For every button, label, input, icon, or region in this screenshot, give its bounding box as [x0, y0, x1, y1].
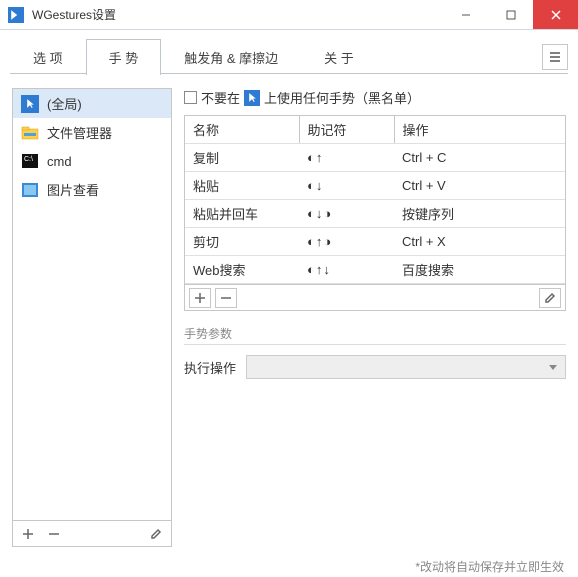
blacklist-checkbox[interactable]: [184, 91, 197, 104]
remove-gesture-button[interactable]: [215, 288, 237, 308]
app-list[interactable]: (全局) 文件管理器 C:\ cmd 图片查看: [12, 88, 172, 521]
menu-button[interactable]: [542, 44, 568, 70]
folder-icon: [21, 124, 39, 142]
table-row[interactable]: 剪切◐↑◑Ctrl + X: [185, 228, 565, 256]
sidebar-item-label: (全局): [47, 94, 82, 113]
sidebar-toolbar: [12, 521, 172, 547]
sidebar-item-global[interactable]: (全局): [13, 89, 171, 118]
app-sidebar: (全局) 文件管理器 C:\ cmd 图片查看: [12, 88, 172, 547]
edit-app-button[interactable]: [145, 524, 167, 544]
table-row[interactable]: 复制◐↑Ctrl + C: [185, 144, 565, 172]
window-controls: [443, 0, 578, 29]
tab-options[interactable]: 选 项: [10, 39, 86, 75]
sidebar-item-label: 图片查看: [47, 180, 99, 199]
table-row[interactable]: 粘贴并回车◐↓◑按键序列: [185, 200, 565, 228]
col-name[interactable]: 名称: [185, 116, 299, 144]
gesture-params: 手势参数 执行操作: [184, 325, 566, 379]
add-gesture-button[interactable]: [189, 288, 211, 308]
app-icon: [8, 7, 24, 23]
exec-action-select[interactable]: [246, 355, 566, 379]
exec-action-row: 执行操作: [184, 355, 566, 379]
table-row[interactable]: Web搜索◐↑↓百度搜索: [185, 256, 565, 284]
gesture-table[interactable]: 名称 助记符 操作 复制◐↑Ctrl + C 粘贴◐↓Ctrl + V 粘贴并回…: [184, 115, 566, 285]
maximize-button[interactable]: [488, 0, 533, 29]
exec-action-label: 执行操作: [184, 358, 236, 377]
params-title: 手势参数: [184, 325, 566, 345]
col-mnemonic[interactable]: 助记符: [299, 116, 394, 144]
blacklist-row: 不要在 上使用任何手势（黑名单）: [184, 88, 566, 107]
cursor-icon: [244, 90, 260, 106]
minimize-button[interactable]: [443, 0, 488, 29]
edit-gesture-button[interactable]: [539, 288, 561, 308]
sidebar-item-imageviewer[interactable]: 图片查看: [13, 175, 171, 204]
sidebar-item-explorer[interactable]: 文件管理器: [13, 118, 171, 147]
add-app-button[interactable]: [17, 524, 39, 544]
titlebar: WGestures设置: [0, 0, 578, 30]
blacklist-suffix: 上使用任何手势（黑名单）: [264, 88, 420, 107]
table-row[interactable]: 粘贴◐↓Ctrl + V: [185, 172, 565, 200]
blacklist-prefix: 不要在: [201, 88, 240, 107]
table-header-row: 名称 助记符 操作: [185, 116, 565, 144]
content-area: (全局) 文件管理器 C:\ cmd 图片查看: [0, 74, 578, 555]
tab-about[interactable]: 关 于: [301, 39, 377, 75]
svg-text:C:\: C:\: [24, 156, 33, 163]
window-title: WGestures设置: [32, 6, 443, 23]
tab-hotcorners[interactable]: 触发角 & 摩擦边: [161, 39, 301, 75]
image-icon: [21, 181, 39, 199]
col-action[interactable]: 操作: [394, 116, 565, 144]
remove-app-button[interactable]: [43, 524, 65, 544]
gesture-toolbar: [184, 285, 566, 311]
sidebar-item-label: 文件管理器: [47, 123, 112, 142]
terminal-icon: C:\: [21, 152, 39, 170]
main-panel: 不要在 上使用任何手势（黑名单） 名称 助记符 操作 复制◐↑Ctrl + C …: [184, 88, 566, 547]
tab-gestures[interactable]: 手 势: [86, 39, 162, 75]
sidebar-item-label: cmd: [47, 154, 72, 169]
tab-bar: 选 项 手 势 触发角 & 摩擦边 关 于: [0, 30, 578, 74]
autosave-note: *改动将自动保存并立即生效: [415, 558, 564, 575]
cursor-icon: [21, 95, 39, 113]
sidebar-item-cmd[interactable]: C:\ cmd: [13, 147, 171, 175]
footer: *改动将自动保存并立即生效: [0, 555, 578, 577]
close-button[interactable]: [533, 0, 578, 29]
